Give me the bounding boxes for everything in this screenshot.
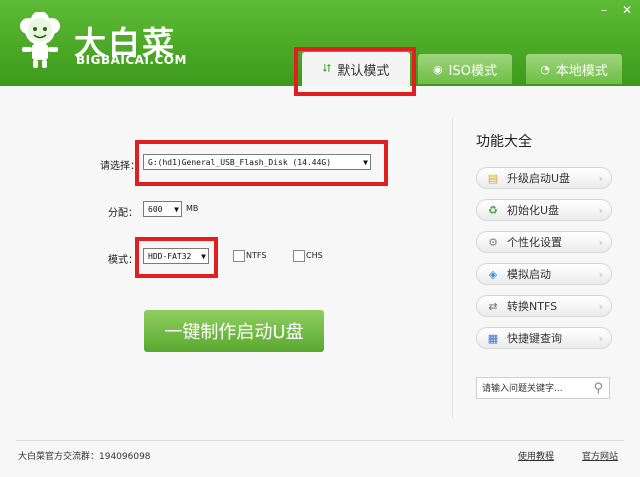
highlight-box-mode xyxy=(135,237,218,278)
recycle-icon: ♻ xyxy=(488,203,498,217)
cabbage-mascot-logo xyxy=(20,12,60,68)
tab-label: ISO模式 xyxy=(448,63,497,79)
app-url: BIGBAICAI.COM xyxy=(76,53,187,67)
fn-label: 模拟启动 xyxy=(507,268,551,281)
rss-icon: ◔ xyxy=(540,62,550,76)
fn-label: 个性化设置 xyxy=(507,236,562,249)
panel-divider xyxy=(452,118,453,418)
folder-upgrade-icon: ▤ xyxy=(487,171,499,185)
personalize-button[interactable]: ⚙ 个性化设置 › xyxy=(476,231,612,253)
fn-label: 转换NTFS xyxy=(507,300,558,313)
tab-local-mode[interactable]: ◔ 本地模式 xyxy=(526,54,622,84)
functions-title: 功能大全 xyxy=(476,134,532,150)
alloc-select-value: 600 xyxy=(148,205,163,214)
highlight-box-disk xyxy=(135,140,388,186)
highlight-box-tab xyxy=(294,47,416,96)
chevron-right-icon: › xyxy=(598,171,603,185)
footer-divider xyxy=(16,440,624,441)
close-button[interactable]: ✕ xyxy=(619,4,635,16)
chevron-right-icon: › xyxy=(598,235,603,249)
disk-label: 请选择： xyxy=(100,161,140,172)
tutorial-link[interactable]: 使用教程 xyxy=(518,449,554,462)
fn-label: 升级启动U盘 xyxy=(507,172,571,185)
keyboard-icon: ▦ xyxy=(487,331,499,345)
hotkey-query-button[interactable]: ▦ 快捷键查询 › xyxy=(476,327,612,349)
upgrade-usb-button[interactable]: ▤ 升级启动U盘 › xyxy=(476,167,612,189)
init-usb-button[interactable]: ♻ 初始化U盘 › xyxy=(476,199,612,221)
minimize-button[interactable]: – xyxy=(596,4,612,16)
chevron-right-icon: › xyxy=(598,203,603,217)
make-bootable-usb-button[interactable]: 一键制作启动U盘 xyxy=(144,310,324,352)
tab-iso-mode[interactable]: ◉ ISO模式 xyxy=(418,54,512,84)
alloc-unit: MB xyxy=(186,204,199,213)
ntfs-checkbox[interactable] xyxy=(233,250,245,262)
search-placeholder: 请输入问题关键字... xyxy=(482,384,563,394)
qq-group-text: 大白菜官方交流群：194096098 xyxy=(18,452,151,462)
search-icon[interactable]: ⚲ xyxy=(593,378,603,400)
chevron-right-icon: › xyxy=(598,267,603,281)
website-link[interactable]: 官方网站 xyxy=(582,449,618,462)
fn-label: 快捷键查询 xyxy=(507,332,562,345)
convert-ntfs-button[interactable]: ⇄ 转换NTFS › xyxy=(476,295,612,317)
simulate-boot-button[interactable]: ◈ 模拟启动 › xyxy=(476,263,612,285)
chevron-right-icon: › xyxy=(598,331,603,345)
chevron-down-icon: ▼ xyxy=(174,205,179,214)
gear-icon: ⚙ xyxy=(488,235,498,249)
fn-label: 初始化U盘 xyxy=(507,204,560,217)
tab-label: 本地模式 xyxy=(555,63,608,79)
chs-checkbox[interactable] xyxy=(293,250,305,262)
convert-icon: ⇄ xyxy=(488,299,498,313)
disc-icon: ◉ xyxy=(433,62,443,76)
mode-label: 模式： xyxy=(108,255,138,266)
chs-label: CHS xyxy=(306,251,323,260)
simulate-icon: ◈ xyxy=(488,267,498,281)
ntfs-label: NTFS xyxy=(246,251,267,260)
alloc-label: 分配： xyxy=(108,208,138,219)
chevron-right-icon: › xyxy=(598,299,603,313)
alloc-select[interactable]: 600 ▼ xyxy=(143,201,182,217)
search-input[interactable]: 请输入问题关键字... ⚲ xyxy=(476,377,610,399)
